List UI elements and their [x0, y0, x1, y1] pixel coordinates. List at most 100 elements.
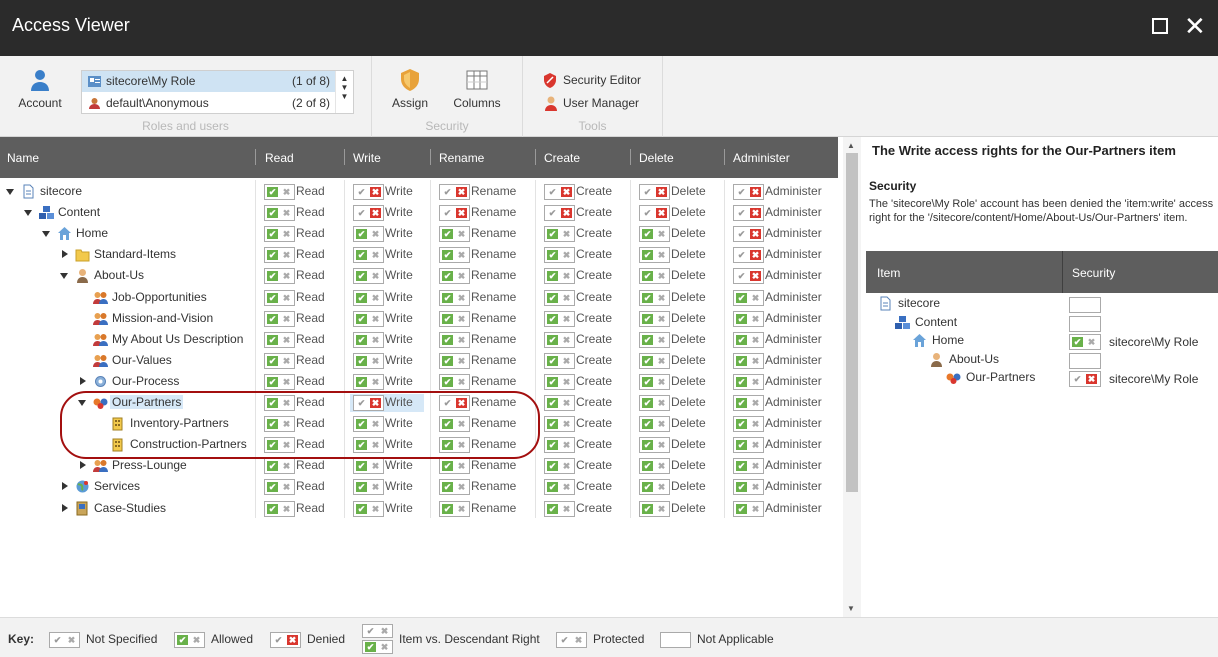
tree-row[interactable]: About-Us ✔ ✖ Read ✔ ✖ Write ✔ ✖ Rename ✔ ✖ Create ✔ ✖ D…: [0, 265, 838, 286]
permission-box[interactable]: ✔ ✖: [544, 458, 575, 475]
permission-cell-admin[interactable]: ✔ ✖ Administer: [730, 373, 830, 391]
permission-box[interactable]: ✔ ✖: [733, 289, 764, 306]
tree-item-label[interactable]: Press-Lounge: [112, 458, 187, 472]
tree-row[interactable]: Content ✔ ✖ Read ✔ ✖ Write ✔ ✖ Rename ✔ ✖ Create ✔ ✖ De…: [0, 202, 838, 223]
permission-cell-admin[interactable]: ✔ ✖ Administer: [730, 457, 830, 475]
permission-cell-rename[interactable]: ✔ ✖ Rename: [436, 310, 528, 328]
permission-cell-create[interactable]: ✔ ✖ Create: [541, 310, 615, 328]
permission-cell-delete[interactable]: ✔ ✖ Delete: [636, 478, 710, 496]
permission-cell-create[interactable]: ✔ ✖ Create: [541, 478, 615, 496]
permission-box[interactable]: ✔ ✖: [439, 289, 470, 306]
close-icon[interactable]: ✕: [1184, 13, 1206, 39]
permission-cell-write[interactable]: ✔ ✖ Write: [350, 500, 424, 518]
permission-box[interactable]: ✔ ✖: [639, 310, 670, 327]
collapse-arrow-icon[interactable]: [24, 210, 32, 217]
permission-cell-write[interactable]: ✔ ✖ Write: [350, 246, 424, 264]
permission-box[interactable]: ✔ ✖: [439, 500, 470, 517]
column-header-rename[interactable]: Rename: [439, 151, 484, 165]
permission-cell-delete[interactable]: ✔ ✖ Delete: [636, 373, 710, 391]
permission-box[interactable]: ✔ ✖: [264, 184, 295, 200]
permission-cell-rename[interactable]: ✔ ✖ Rename: [436, 183, 528, 201]
permission-cell-write[interactable]: ✔ ✖ Write: [350, 352, 424, 370]
permission-box[interactable]: ✔ ✖: [639, 268, 670, 285]
permission-box[interactable]: ✔ ✖: [544, 205, 575, 222]
permission-box[interactable]: ✔ ✖: [639, 437, 670, 454]
permission-box[interactable]: ✔ ✖: [353, 184, 384, 200]
column-divider[interactable]: [430, 149, 431, 165]
tree-row[interactable]: Home ✔ ✖ Read ✔ ✖ Write ✔ ✖ Rename ✔ ✖ Create ✔ ✖ Delet…: [0, 223, 838, 244]
permission-box[interactable]: ✔ ✖: [353, 226, 384, 243]
permission-box[interactable]: ✔ ✖: [264, 331, 295, 348]
tree-item-label[interactable]: My About Us Description: [112, 332, 243, 346]
tree-item-label[interactable]: Mission-and-Vision: [112, 311, 213, 325]
expand-arrow-icon[interactable]: [80, 376, 86, 385]
tree-row[interactable]: Case-Studies ✔ ✖ Read ✔ ✖ Write ✔ ✖ Rename ✔ ✖ Creat…: [0, 498, 838, 519]
tree-row[interactable]: Mission-and-Vision ✔ ✖ Read ✔ ✖ Write ✔ ✖ Rename ✔…: [0, 308, 838, 329]
column-divider[interactable]: [724, 149, 725, 165]
permission-cell-admin[interactable]: ✔ ✖ Administer: [730, 289, 830, 307]
permission-cell-write[interactable]: ✔ ✖ Write: [350, 310, 424, 328]
permission-cell-write[interactable]: ✔ ✖ Write: [350, 267, 424, 285]
permission-box[interactable]: ✔ ✖: [439, 205, 470, 222]
permission-cell-create[interactable]: ✔ ✖ Create: [541, 500, 615, 518]
permission-cell-write[interactable]: ✔ ✖ Write: [350, 373, 424, 391]
permission-box[interactable]: ✔ ✖: [544, 373, 575, 390]
tree-row[interactable]: Our-Values ✔ ✖ Read ✔ ✖ Write ✔ ✖ Rename ✔ ✖ Create ✔…: [0, 350, 838, 371]
permission-box[interactable]: ✔ ✖: [439, 184, 470, 200]
collapse-arrow-icon[interactable]: [60, 273, 68, 280]
permission-cell-rename[interactable]: ✔ ✖ Rename: [436, 500, 528, 518]
permission-cell-delete[interactable]: ✔ ✖ Delete: [636, 331, 710, 349]
tree-item-label[interactable]: Our-Process: [112, 374, 179, 388]
role-item-my-role[interactable]: sitecore\My Role (1 of 8): [82, 71, 336, 92]
assign-button[interactable]: Assign: [388, 68, 432, 110]
permission-cell-admin[interactable]: ✔ ✖ Administer: [730, 478, 830, 496]
permission-cell-delete[interactable]: ✔ ✖ Delete: [636, 246, 710, 264]
permission-box[interactable]: ✔ ✖: [733, 458, 764, 475]
permission-box[interactable]: ✔ ✖: [544, 395, 575, 411]
permission-cell-write[interactable]: ✔ ✖ Write: [350, 457, 424, 475]
permission-box[interactable]: ✔ ✖: [439, 479, 470, 496]
permission-cell-write[interactable]: ✔ ✖ Write: [350, 204, 424, 222]
permission-box[interactable]: ✔ ✖: [733, 247, 764, 264]
permission-cell-rename[interactable]: ✔ ✖ Rename: [436, 289, 528, 307]
permission-cell-create[interactable]: ✔ ✖ Create: [541, 373, 615, 391]
permission-cell-delete[interactable]: ✔ ✖ Delete: [636, 310, 710, 328]
permission-cell-delete[interactable]: ✔ ✖ Delete: [636, 225, 710, 243]
tree-item-label[interactable]: Standard-Items: [94, 247, 176, 261]
permission-cell-admin[interactable]: ✔ ✖ Administer: [730, 246, 830, 264]
permission-cell-read[interactable]: ✔ ✖ Read: [261, 331, 339, 349]
permission-box[interactable]: ✔ ✖: [439, 373, 470, 390]
permission-cell-admin[interactable]: ✔ ✖ Administer: [730, 225, 830, 243]
permission-cell-admin[interactable]: ✔ ✖ Administer: [730, 331, 830, 349]
permission-cell-rename[interactable]: ✔ ✖ Rename: [436, 204, 528, 222]
permission-box[interactable]: ✔ ✖: [264, 226, 295, 243]
permission-box[interactable]: ✔ ✖: [439, 226, 470, 243]
permission-cell-rename[interactable]: ✔ ✖ Rename: [436, 267, 528, 285]
permission-cell-rename[interactable]: ✔ ✖ Rename: [436, 331, 528, 349]
tree-row[interactable]: sitecore ✔ ✖ Read ✔ ✖ Write ✔ ✖ Rename ✔ ✖ Create ✔ ✖ D…: [0, 181, 838, 202]
permission-cell-admin[interactable]: ✔ ✖ Administer: [730, 183, 830, 201]
permission-box[interactable]: ✔ ✖: [544, 310, 575, 327]
permission-cell-create[interactable]: ✔ ✖ Create: [541, 204, 615, 222]
permission-box[interactable]: ✔ ✖: [544, 500, 575, 517]
collapse-arrow-icon[interactable]: [6, 189, 14, 195]
column-divider[interactable]: [255, 149, 256, 165]
roles-list[interactable]: sitecore\My Role (1 of 8) default\Anonym…: [81, 70, 354, 114]
column-header-delete[interactable]: Delete: [639, 151, 674, 165]
tree-row[interactable]: Services ✔ ✖ Read ✔ ✖ Write ✔ ✖ Rename ✔ ✖ Create ✔ ✖ D…: [0, 476, 838, 497]
permission-box[interactable]: ✔ ✖: [353, 352, 384, 369]
tree-row[interactable]: Our-Process ✔ ✖ Read ✔ ✖ Write ✔ ✖ Rename ✔ ✖ Create…: [0, 371, 838, 392]
permission-cell-delete[interactable]: ✔ ✖ Delete: [636, 436, 710, 454]
permission-cell-delete[interactable]: ✔ ✖ Delete: [636, 204, 710, 222]
expand-arrow-icon[interactable]: [62, 482, 68, 491]
permission-cell-create[interactable]: ✔ ✖ Create: [541, 183, 615, 201]
permission-box[interactable]: ✔ ✖: [733, 184, 764, 200]
permission-cell-admin[interactable]: ✔ ✖ Administer: [730, 415, 830, 433]
permission-box[interactable]: ✔ ✖: [264, 352, 295, 369]
permission-box[interactable]: ✔ ✖: [264, 310, 295, 327]
permission-cell-delete[interactable]: ✔ ✖ Delete: [636, 267, 710, 285]
permission-box[interactable]: ✔ ✖: [733, 331, 764, 348]
permission-box[interactable]: ✔ ✖: [544, 331, 575, 348]
permission-cell-read[interactable]: ✔ ✖ Read: [261, 225, 339, 243]
permission-box[interactable]: ✔ ✖: [639, 289, 670, 306]
